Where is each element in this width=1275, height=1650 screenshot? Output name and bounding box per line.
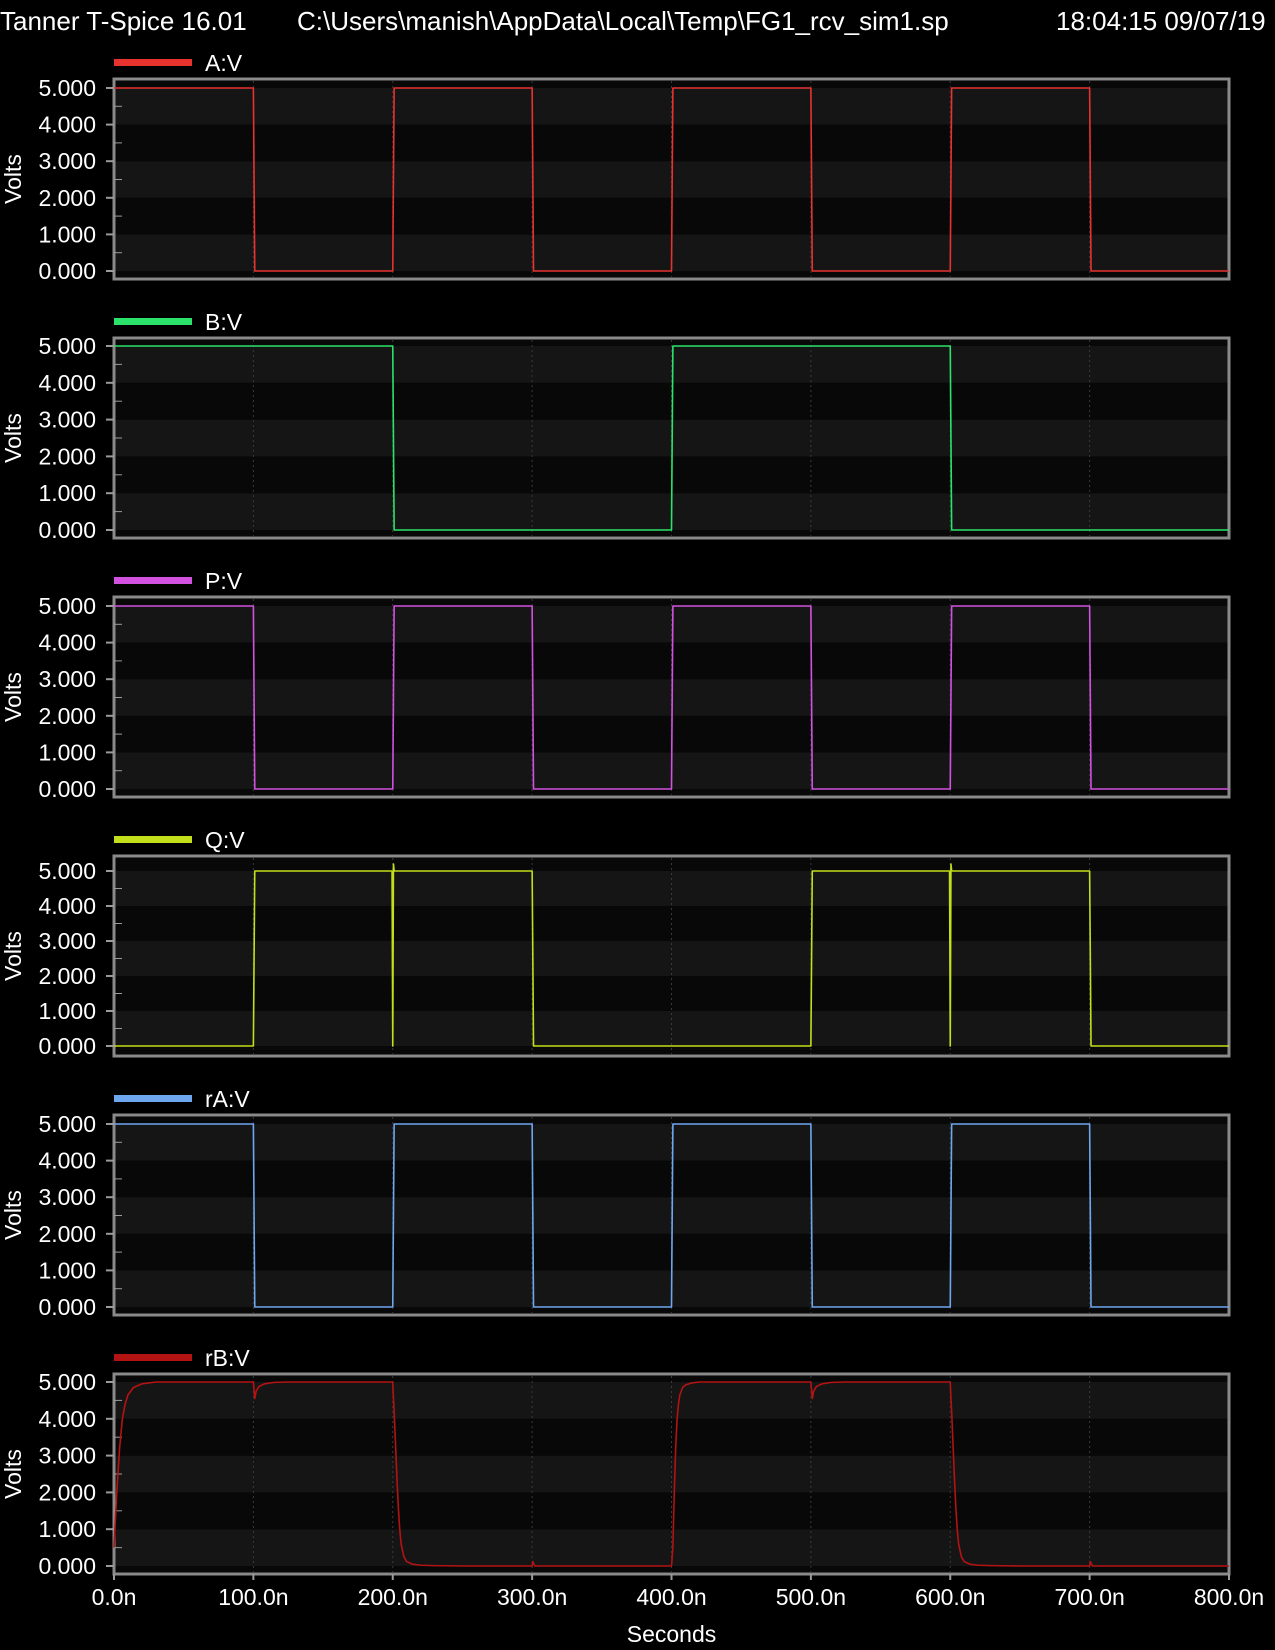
panel-1: 0.000 1.000 2.000 3.000 4.000 5.000 Volts A:V [0,50,1231,284]
y-axis-label: Volts [0,931,26,981]
legend-label: B:V [205,309,243,335]
legend-label: Q:V [205,827,245,853]
y-tick-label: 4.000 [38,893,96,919]
y-tick-label: 5.000 [38,1111,96,1137]
y-tick-label: 3.000 [38,1184,96,1210]
y-axis-label: Volts [0,154,26,204]
x-tick-label: 600.0n [915,1584,985,1610]
y-tick-label: 5.000 [38,1369,96,1395]
y-tick-label: 1.000 [38,480,96,506]
waveform-chart: 0.0001.0002.0003.0004.0005.000VoltsA:V0.… [0,50,1264,1647]
y-tick-label: 2.000 [38,185,96,211]
y-tick-label: 4.000 [38,112,96,138]
y-tick-label: 5.000 [38,858,96,884]
legend-swatch [114,836,192,843]
y-tick-label: 0.000 [38,1033,96,1059]
y-tick-label: 0.000 [38,1294,96,1320]
y-axis-label: Volts [0,1190,26,1240]
y-tick-label: 3.000 [38,666,96,692]
y-tick-label: 3.000 [38,1443,96,1469]
x-tick-label: 400.0n [636,1584,706,1610]
y-axis-label: Volts [0,413,26,463]
panel-2: 0.000 1.000 2.000 3.000 4.000 5.000 Volts B:V [0,309,1231,543]
y-tick-label: 4.000 [38,370,96,396]
legend-label: A:V [205,50,243,76]
y-tick-label: 1.000 [38,1516,96,1542]
y-axis-label: Volts [0,1449,26,1499]
y-tick-label: 2.000 [38,1479,96,1505]
y-tick-label: 3.000 [38,928,96,954]
legend-swatch [114,318,192,325]
x-tick-label: 800.0n [1194,1584,1264,1610]
panel-5: 0.000 1.000 2.000 3.000 4.000 5.000 Volts rA:V [0,1086,1231,1320]
y-tick-label: 4.000 [38,1148,96,1174]
panel-4: 0.000 1.000 2.000 3.000 4.000 5.000 Volts Q:V [0,827,1231,1059]
y-tick-label: 2.000 [38,1221,96,1247]
y-tick-label: 4.000 [38,630,96,656]
legend-swatch [114,1095,192,1102]
x-axis-label: Seconds [627,1621,717,1647]
legend-swatch [114,59,192,66]
y-tick-label: 1.000 [38,739,96,765]
y-tick-label: 0.000 [38,776,96,802]
y-tick-label: 0.000 [38,517,96,543]
y-tick-label: 2.000 [38,963,96,989]
x-tick-label: 300.0n [497,1584,567,1610]
y-tick-label: 2.000 [38,703,96,729]
y-tick-label: 0.000 [38,1553,96,1579]
panel-6: 0.000 1.000 2.000 3.000 4.000 5.000 Volts rB:V [0,1345,1231,1579]
y-tick-label: 1.000 [38,998,96,1024]
y-tick-label: 1.000 [38,1257,96,1283]
y-tick-label: 1.000 [38,221,96,247]
y-tick-label: 5.000 [38,75,96,101]
x-tick-label: 500.0n [776,1584,846,1610]
legend-label: rA:V [205,1086,250,1112]
panel-3: 0.000 1.000 2.000 3.000 4.000 5.000 Volts P:V [0,568,1231,802]
x-tick-label: 100.0n [218,1584,288,1610]
y-tick-label: 5.000 [38,333,96,359]
y-tick-label: 4.000 [38,1406,96,1432]
legend-swatch [114,577,192,584]
y-axis-label: Volts [0,672,26,722]
legend-swatch [114,1354,192,1361]
legend-label: P:V [205,568,243,594]
x-tick-label: 700.0n [1054,1584,1124,1610]
y-tick-label: 0.000 [38,258,96,284]
y-tick-label: 5.000 [38,593,96,619]
x-tick-label: 200.0n [358,1584,428,1610]
x-tick-label: 0.0n [92,1584,137,1610]
y-tick-label: 2.000 [38,443,96,469]
legend-label: rB:V [205,1345,250,1371]
y-tick-label: 3.000 [38,148,96,174]
y-tick-label: 3.000 [38,407,96,433]
